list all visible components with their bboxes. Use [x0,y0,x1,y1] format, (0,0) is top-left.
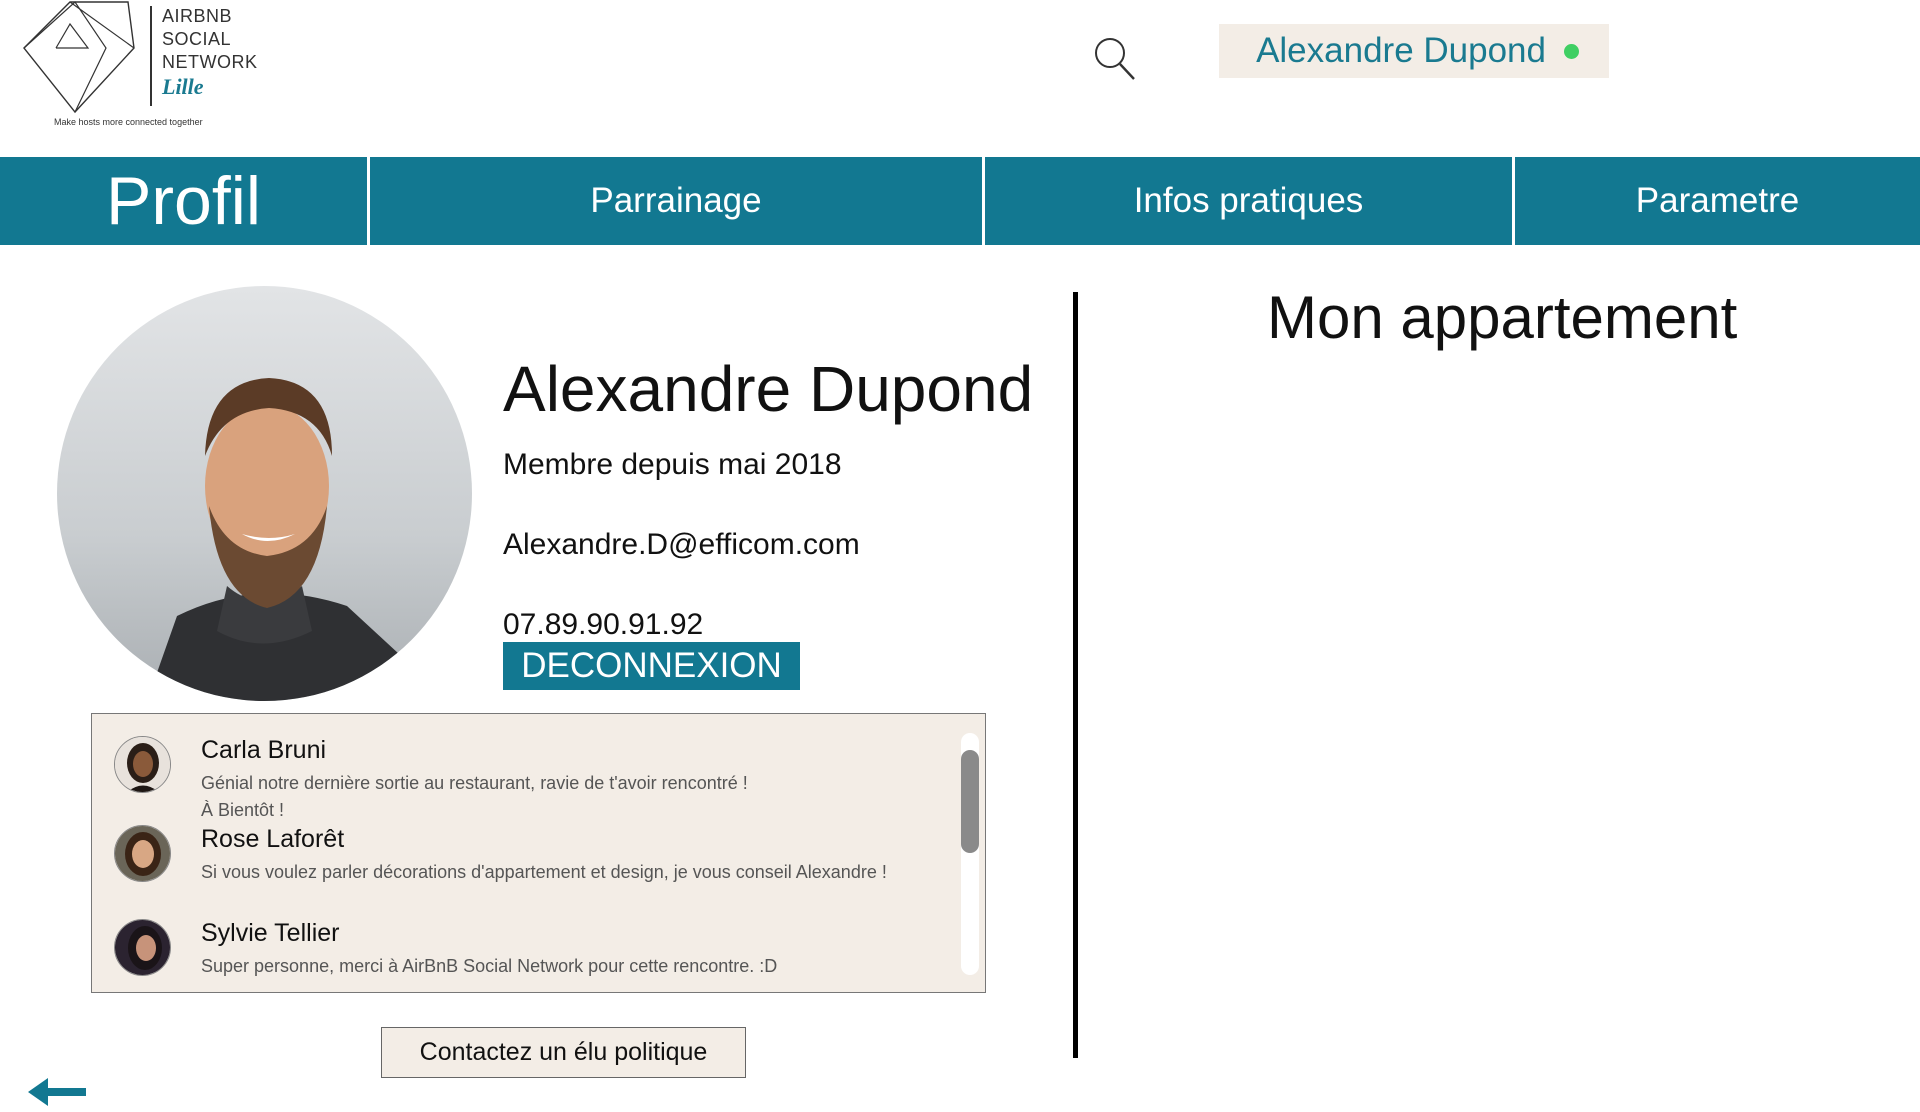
tab-profil[interactable]: Profil [0,157,367,245]
profile-phone: 07.89.90.91.92 [503,608,704,641]
comment-text: Si vous voulez parler décorations d'appa… [201,862,887,882]
apartment-title: Mon appartement [1267,284,1738,351]
comment-author: Carla Bruni [201,736,327,764]
profile-email: Alexandre.D@efficom.com [503,528,860,561]
search-icon[interactable] [1093,36,1137,82]
tab-parrainage[interactable]: Parrainage [370,157,982,245]
tab-infos-pratiques[interactable]: Infos pratiques [985,157,1512,245]
comments-list[interactable]: Carla Bruni Génial notre dernière sortie… [91,713,986,993]
logo-line-1: AIRBNB [162,6,233,26]
main-nav: Profil Parrainage Infos pratiques Parame… [0,157,1920,245]
member-since: Membre depuis mai 2018 [503,448,842,481]
vertical-divider [1073,292,1078,1058]
contact-politician-button[interactable]: Contactez un élu politique [381,1027,746,1078]
logout-button[interactable]: DECONNEXION [503,642,800,690]
comment-author: Rose Laforêt [201,825,345,853]
tab-parametre[interactable]: Parametre [1515,157,1920,245]
list-item: Sylvie Tellier Super personne, merci à A… [114,919,914,989]
logo-city: Lille [162,74,204,99]
profile-name: Alexandre Dupond [503,353,1034,425]
logo-tagline: Make hosts more connected together [54,117,203,127]
avatar [57,286,472,701]
avatar [114,919,171,976]
list-item: Carla Bruni Génial notre dernière sortie… [114,736,914,821]
avatar [114,736,171,793]
user-chip[interactable]: Alexandre Dupond [1219,24,1609,78]
logo-line-2: SOCIAL [162,29,232,49]
logo-divider [150,6,152,106]
logo-diamond-icon [23,1,135,114]
online-status-dot [1564,43,1579,59]
list-item: Rose Laforêt Si vous voulez parler décor… [114,825,914,895]
comment-author: Sylvie Tellier [201,919,340,947]
comment-text: Super personne, merci à AirBnB Social Ne… [201,956,778,976]
avatar [114,825,171,882]
scrollbar-thumb[interactable] [961,750,979,853]
logo: AIRBNB SOCIAL NETWORK Lille Make hosts m… [20,0,260,130]
user-chip-name: Alexandre Dupond [1256,31,1546,70]
back-arrow-icon[interactable] [26,1076,90,1108]
comment-text: Génial notre dernière sortie au restaura… [201,773,748,820]
logo-line-3: NETWORK [162,52,258,72]
